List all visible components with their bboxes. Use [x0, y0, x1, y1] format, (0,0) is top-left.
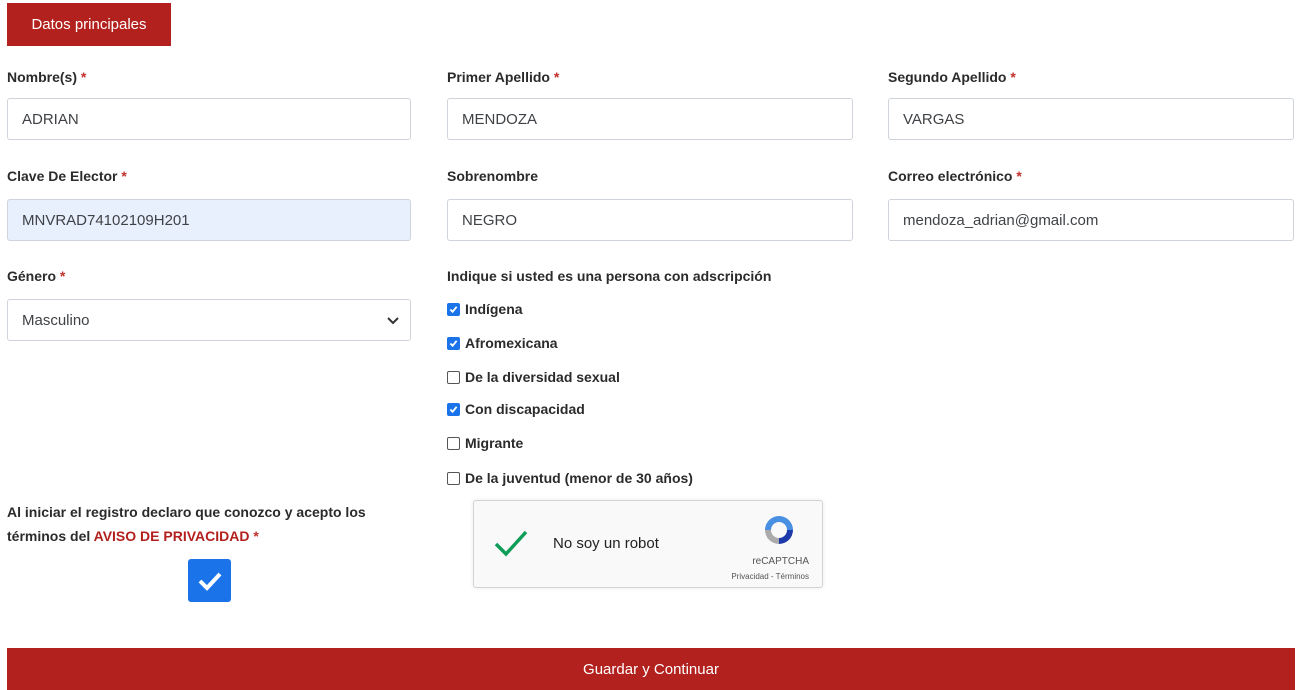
nombre-input[interactable]: ADRIAN: [7, 98, 411, 140]
sobrenombre-input[interactable]: NEGRO: [447, 199, 853, 241]
privacy-declaration: Al iniciar el registro declaro que conoz…: [7, 504, 366, 544]
nombre-field-label-wrap: Nombre(s) *: [7, 67, 86, 87]
primer-apellido-label-wrap: Primer Apellido *: [447, 67, 559, 87]
checkbox-label: Indígena: [465, 301, 523, 317]
checkbox-unchecked-icon[interactable]: [447, 436, 460, 450]
recaptcha-brand: reCAPTCHA: [752, 556, 809, 567]
segundo-apellido-input[interactable]: VARGAS: [888, 98, 1294, 140]
recaptcha-logo-icon: [765, 516, 793, 544]
genero-select[interactable]: Masculino: [7, 299, 411, 341]
checkbox-juventud[interactable]: De la juventud (menor de 30 años): [447, 468, 693, 488]
segundo-apellido-label: Segundo Apellido *: [888, 69, 1016, 85]
checkbox-checked-icon[interactable]: [447, 402, 460, 416]
checkbox-label: Migrante: [465, 435, 524, 451]
privacy-accept-checkbox[interactable]: [188, 559, 231, 602]
clave-elector-label-wrap: Clave De Elector *: [7, 166, 127, 186]
correo-label: Correo electrónico *: [888, 168, 1022, 184]
segundo-apellido-label-wrap: Segundo Apellido *: [888, 67, 1016, 87]
genero-selected-value: Masculino: [22, 311, 90, 329]
genero-label: Género *: [7, 268, 66, 284]
recaptcha-label: No soy un robot: [553, 535, 659, 552]
clave-elector-input[interactable]: MNVRAD74102109H201: [7, 199, 411, 241]
checkbox-afromexicana[interactable]: Afromexicana: [447, 333, 558, 353]
checkbox-migrante[interactable]: Migrante: [447, 433, 523, 453]
checkbox-diversidad-sexual[interactable]: De la diversidad sexual: [447, 367, 620, 387]
chevron-down-icon: [387, 317, 399, 325]
checkmark-icon[interactable]: [494, 528, 528, 558]
genero-label-wrap: Género *: [7, 266, 65, 286]
save-continue-button[interactable]: Guardar y Continuar: [7, 648, 1295, 690]
checkbox-unchecked-icon[interactable]: [447, 370, 460, 384]
recaptcha-widget[interactable]: No soy un robot reCAPTCHA Privacidad - T…: [473, 500, 823, 588]
checkbox-checked-icon[interactable]: [447, 336, 460, 350]
privacy-notice-link[interactable]: AVISO DE PRIVACIDAD: [94, 528, 250, 544]
recaptcha-links[interactable]: Privacidad - Términos: [731, 572, 809, 581]
primer-apellido-input[interactable]: MENDOZA: [447, 98, 853, 140]
checkbox-discapacidad[interactable]: Con discapacidad: [447, 399, 585, 419]
nombre-label: Nombre(s) *: [7, 69, 87, 85]
checkbox-label: Con discapacidad: [465, 401, 585, 417]
checkbox-checked-icon[interactable]: [447, 302, 460, 316]
clave-elector-label: Clave De Elector *: [7, 168, 127, 184]
check-icon: [198, 572, 221, 591]
correo-label-wrap: Correo electrónico *: [888, 166, 1022, 186]
sobrenombre-label-wrap: Sobrenombre: [447, 166, 538, 186]
correo-input[interactable]: mendoza_adrian@gmail.com: [888, 199, 1294, 241]
adscripcion-label-wrap: Indique si usted es una persona con adsc…: [447, 266, 771, 286]
sobrenombre-label: Sobrenombre: [447, 168, 539, 184]
checkbox-label: Afromexicana: [465, 335, 558, 351]
checkbox-unchecked-icon[interactable]: [447, 471, 460, 485]
checkbox-label: De la diversidad sexual: [465, 369, 620, 385]
adscripcion-label: Indique si usted es una persona con adsc…: [447, 268, 772, 284]
checkbox-label: De la juventud (menor de 30 años): [465, 470, 693, 486]
primer-apellido-label: Primer Apellido *: [447, 69, 560, 85]
checkbox-indigena[interactable]: Indígena: [447, 299, 523, 319]
tab-datos-principales[interactable]: Datos principales: [7, 3, 171, 46]
